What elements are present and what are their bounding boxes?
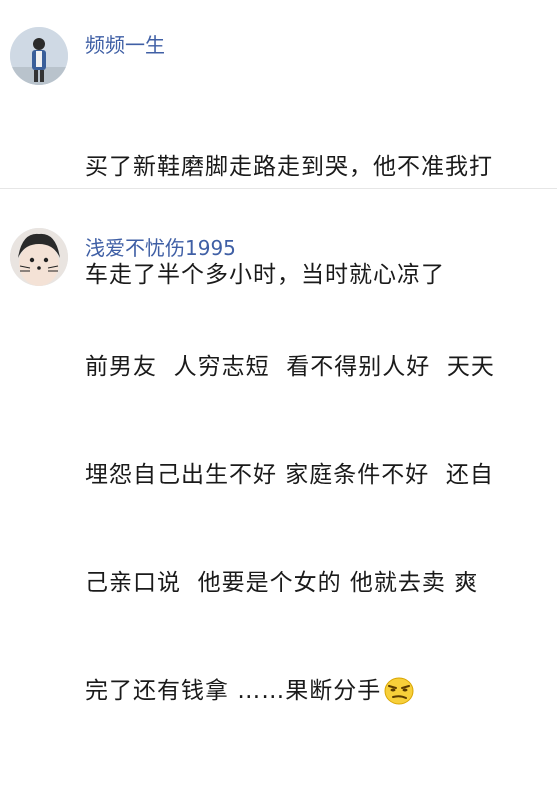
- avatar[interactable]: [10, 27, 68, 85]
- comment-text-line: 埋怨自己出生不好 家庭条件不好 还自: [85, 462, 494, 488]
- comment-text-line: 买了新鞋磨脚走路走到哭，他不准我打: [85, 154, 493, 180]
- username[interactable]: 浅爱不忧伤1995: [85, 236, 236, 260]
- smirk-emoji-icon: [383, 676, 415, 717]
- comment-item: 频频一生 买了新鞋磨脚走路走到哭，他不准我打 车走了半个多小时，当时就心凉了: [0, 0, 557, 288]
- comment-text-line: 完了还有钱拿 ……果断分手: [85, 673, 550, 717]
- comment-text-line: 前男友 人穷志短 看不得别人好 天天: [85, 354, 495, 380]
- username[interactable]: 频频一生: [85, 33, 165, 57]
- avatar[interactable]: [10, 228, 68, 286]
- comment-text: 前男友 人穷志短 看不得别人好 天天 埋怨自己出生不好 家庭条件不好 还自 己亲…: [85, 277, 550, 789]
- comment-text-line: 己亲口说 他要是个女的 他就去卖 爽: [85, 570, 479, 596]
- person-photo-avatar-icon: [10, 27, 68, 85]
- cat-face-filter-avatar-icon: [10, 228, 68, 286]
- comment-text-fragment: 完了还有钱拿 ……果断分手: [85, 678, 382, 704]
- comment-item: 浅爱不忧伤1995 前男友 人穷志短 看不得别人好 天天 埋怨自己出生不好 家庭…: [0, 200, 557, 705]
- divider: [0, 188, 557, 189]
